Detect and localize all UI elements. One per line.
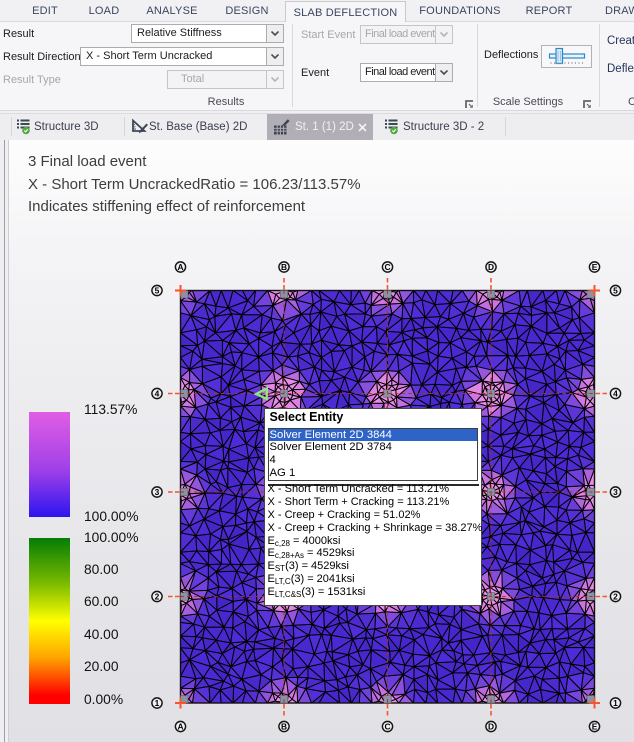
svg-text:D: D <box>488 721 494 731</box>
svg-text:5: 5 <box>155 285 160 295</box>
svg-text:B: B <box>281 721 287 731</box>
svg-text:E: E <box>592 262 598 272</box>
svg-text:5: 5 <box>613 285 618 295</box>
svg-text:2: 2 <box>155 591 160 601</box>
svg-text:1: 1 <box>613 698 618 708</box>
svg-text:C: C <box>384 262 390 272</box>
svg-text:1: 1 <box>155 698 160 708</box>
svg-text:A: A <box>177 262 183 272</box>
svg-text:2: 2 <box>613 591 618 601</box>
svg-text:A: A <box>177 721 183 731</box>
svg-text:B: B <box>281 262 287 272</box>
svg-text:C: C <box>384 721 390 731</box>
svg-text:3: 3 <box>155 487 160 497</box>
svg-text:3: 3 <box>613 487 618 497</box>
svg-text:4: 4 <box>613 388 618 398</box>
svg-text:4: 4 <box>155 388 160 398</box>
svg-text:D: D <box>488 262 494 272</box>
svg-text:E: E <box>592 721 598 731</box>
